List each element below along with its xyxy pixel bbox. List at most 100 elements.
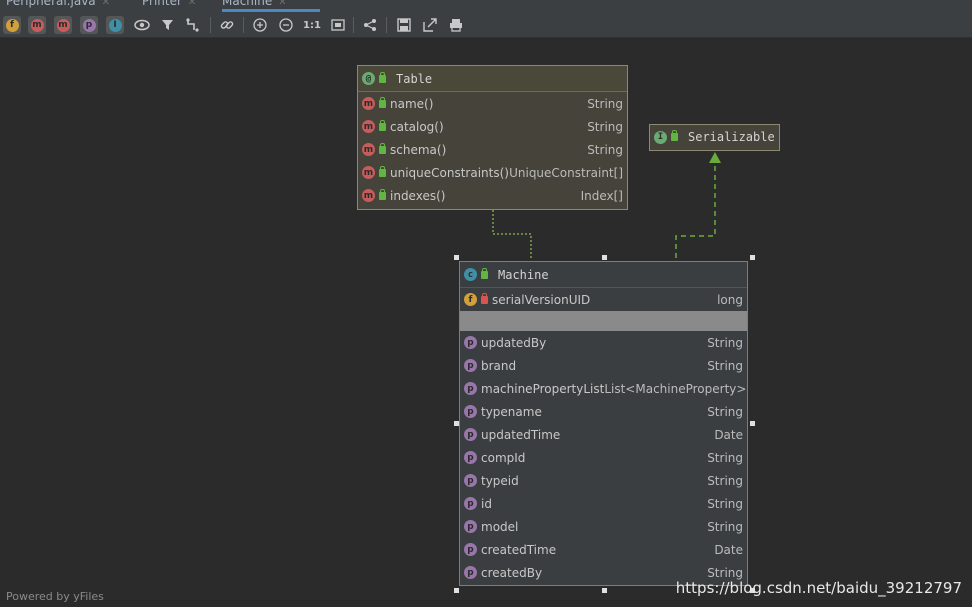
toolbar-separator — [243, 17, 244, 33]
list-item[interactable]: m name() String — [358, 92, 627, 115]
serializable-interface-node[interactable]: I Serializable — [649, 124, 780, 151]
field-row[interactable]: f serialVersionUID long — [460, 288, 747, 311]
list-item[interactable]: p model String — [460, 515, 747, 538]
diagram-canvas[interactable]: @ Table m name() String m catalog() Stri… — [0, 38, 972, 607]
member-name: brand — [481, 358, 517, 373]
list-item[interactable]: m uniqueConstraints() UniqueConstraint[] — [358, 161, 627, 184]
property-icon: p — [464, 474, 477, 487]
table-annotation-node[interactable]: @ Table m name() String m catalog() Stri… — [357, 65, 628, 210]
member-name: catalog() — [390, 119, 444, 134]
section-divider — [460, 311, 747, 331]
member-type: String — [707, 473, 743, 488]
link-icon[interactable] — [218, 16, 236, 34]
member-type: List<MachineProperty> — [604, 381, 747, 396]
list-item[interactable]: m catalog() String — [358, 115, 627, 138]
yfiles-credit: Powered by yFiles — [6, 590, 104, 603]
list-item[interactable]: m indexes() Index[] — [358, 184, 627, 207]
member-type: String — [707, 450, 743, 465]
public-lock-icon — [671, 130, 678, 141]
export-icon[interactable] — [421, 16, 439, 34]
property-icon: p — [464, 405, 477, 418]
tab-peripheral[interactable]: Peripheral.java ✕ — [6, 0, 110, 12]
list-item[interactable]: p brand String — [460, 354, 747, 377]
member-name: createdBy — [481, 565, 543, 580]
resize-handle[interactable] — [750, 421, 755, 426]
member-type: String — [707, 358, 743, 373]
node-title: Serializable — [688, 130, 775, 144]
member-type: String — [707, 519, 743, 534]
show-fields-toggle[interactable]: f — [3, 16, 21, 34]
property-icon: p — [464, 543, 477, 556]
toolbar-separator — [386, 17, 387, 33]
property-icon: p — [464, 359, 477, 372]
zoom-in-icon[interactable] — [251, 16, 269, 34]
method-icon: m — [362, 120, 375, 133]
list-item[interactable]: m schema() String — [358, 138, 627, 161]
print-icon[interactable] — [447, 16, 465, 34]
resize-handle[interactable] — [750, 255, 755, 260]
resize-handle[interactable] — [602, 588, 607, 593]
public-lock-icon — [379, 119, 386, 131]
dependencies-icon[interactable] — [184, 16, 202, 34]
member-name: schema() — [390, 142, 447, 157]
member-name: name() — [390, 96, 434, 111]
list-item[interactable]: p updatedBy String — [460, 331, 747, 354]
property-icon: p — [464, 451, 477, 464]
visibility-icon[interactable] — [133, 16, 151, 34]
close-icon[interactable]: ✕ — [188, 0, 196, 8]
member-name: compId — [481, 450, 526, 465]
show-properties-toggle[interactable]: p — [80, 16, 98, 34]
list-item[interactable]: p createdTime Date — [460, 538, 747, 561]
member-type: Date — [714, 542, 743, 557]
method-badge-icon: m — [56, 18, 70, 32]
resize-handle[interactable] — [602, 255, 607, 260]
field-badge-icon: f — [5, 18, 19, 32]
node-header: I Serializable — [650, 125, 779, 149]
zoom-out-icon[interactable] — [277, 16, 295, 34]
filter-icon[interactable] — [159, 16, 177, 34]
list-item[interactable]: p id String — [460, 492, 747, 515]
list-item[interactable]: p compId String — [460, 446, 747, 469]
field-icon: f — [464, 293, 477, 306]
member-name: uniqueConstraints() — [390, 165, 509, 180]
member-type: UniqueConstraint[] — [509, 165, 623, 180]
node-title: Table — [396, 71, 433, 86]
property-icon: p — [464, 382, 477, 395]
show-methods-toggle[interactable]: m — [54, 16, 72, 34]
public-lock-icon — [379, 188, 386, 200]
fit-content-icon[interactable] — [329, 16, 347, 34]
tab-machine[interactable]: Machine ✕ — [222, 0, 320, 12]
tab-label: Peripheral.java — [6, 0, 96, 8]
show-inner-classes-toggle[interactable]: I — [106, 16, 124, 34]
list-item[interactable]: p typeid String — [460, 469, 747, 492]
show-constructors-toggle[interactable]: m — [28, 16, 46, 34]
property-icon: p — [464, 566, 477, 579]
interface-icon: I — [654, 130, 667, 144]
close-icon[interactable]: ✕ — [278, 0, 286, 8]
property-badge-icon: p — [82, 18, 96, 32]
tab-printer[interactable]: Printer ✕ — [142, 0, 196, 12]
diagram-toolbar: f m m p I 1:1 — [0, 12, 972, 38]
layout-icon[interactable] — [361, 16, 379, 34]
machine-class-node[interactable]: c Machine f serialVersionUID long p updat… — [459, 261, 748, 586]
member-name: id — [481, 496, 492, 511]
list-item[interactable]: p updatedTime Date — [460, 423, 747, 446]
member-type: String — [587, 96, 623, 111]
list-item[interactable]: p machinePropertyList List<MachineProperty… — [460, 377, 747, 400]
list-item[interactable]: p typename String — [460, 400, 747, 423]
method-icon: m — [362, 189, 375, 202]
toolbar-separator — [353, 17, 354, 33]
tab-label: Printer — [142, 0, 182, 8]
member-type: String — [707, 565, 743, 580]
node-header: c Machine — [460, 262, 747, 288]
save-icon[interactable] — [395, 16, 413, 34]
method-icon: m — [362, 166, 375, 179]
close-icon[interactable]: ✕ — [102, 0, 110, 8]
resize-handle[interactable] — [454, 421, 459, 426]
resize-handle[interactable] — [454, 255, 459, 260]
public-lock-icon — [379, 71, 386, 83]
member-name: updatedBy — [481, 335, 547, 350]
resize-handle[interactable] — [454, 588, 459, 593]
actual-size-button[interactable]: 1:1 — [302, 16, 322, 34]
property-icon: p — [464, 336, 477, 349]
